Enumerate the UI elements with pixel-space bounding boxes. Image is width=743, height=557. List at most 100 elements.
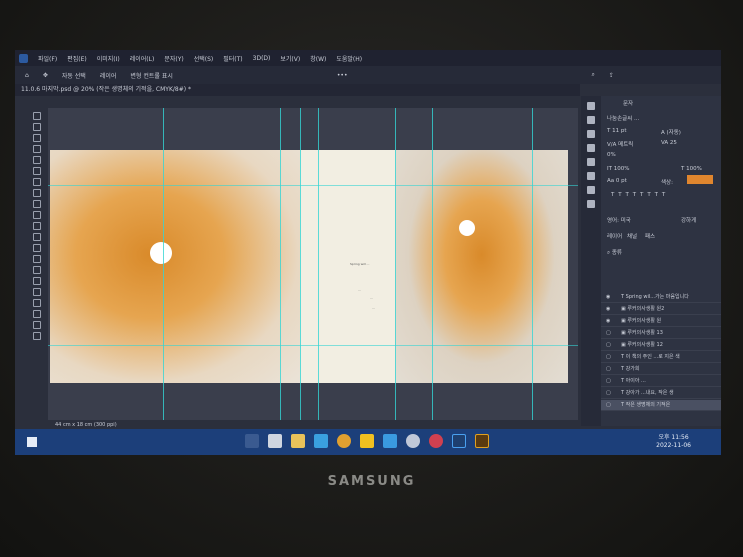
layer-row[interactable]: ◉ T Spring wil...가는 마음입니다 bbox=[601, 292, 721, 303]
font-family-dropdown[interactable]: 나눔손글씨 ... bbox=[607, 114, 639, 122]
history-brush-tool[interactable] bbox=[33, 222, 41, 230]
paragraph-icon[interactable] bbox=[587, 130, 595, 138]
layer-row[interactable]: ◉ ▣ 루커의사생활 원2 bbox=[601, 304, 721, 315]
visibility-toggle[interactable]: ▢ bbox=[606, 352, 611, 363]
menu-file[interactable]: 파일(F) bbox=[38, 54, 57, 63]
kakaotalk-icon[interactable] bbox=[360, 434, 374, 448]
menu-3d[interactable]: 3D(D) bbox=[253, 55, 271, 62]
tab-layers[interactable]: 레이어 bbox=[607, 232, 622, 240]
menu-type[interactable]: 문자(Y) bbox=[164, 54, 183, 63]
marquee-tool[interactable] bbox=[33, 123, 41, 131]
eye-icon[interactable]: ◉ bbox=[606, 316, 610, 327]
kerning-field[interactable]: 메트릭 bbox=[618, 142, 633, 148]
layer-row[interactable]: ▢ T 이 책의 주인 ...로 지은 색 bbox=[601, 352, 721, 363]
hand-tool[interactable] bbox=[33, 321, 41, 329]
history-icon[interactable] bbox=[587, 102, 595, 110]
document-tab[interactable]: 11.0.6 마지막.psd @ 20% (작은 생명체의 기적을, CMYK/… bbox=[15, 84, 580, 96]
document-canvas[interactable]: Spring will ... ... ... ... bbox=[48, 108, 578, 420]
menu-help[interactable]: 도움말(H) bbox=[336, 54, 362, 63]
layer-row[interactable]: ▢ T 작은 생명체의 기적은 bbox=[601, 400, 721, 411]
blur-tool[interactable] bbox=[33, 255, 41, 263]
crop-tool[interactable] bbox=[33, 156, 41, 164]
stamp-tool[interactable] bbox=[33, 211, 41, 219]
visibility-toggle[interactable]: ▢ bbox=[606, 388, 611, 399]
shape-tool[interactable] bbox=[33, 310, 41, 318]
task-view-icon[interactable] bbox=[245, 434, 259, 448]
text-style-buttons[interactable]: TTTTTTTT bbox=[611, 192, 669, 198]
eye-icon[interactable]: ◉ bbox=[606, 292, 610, 303]
store-icon[interactable] bbox=[268, 434, 282, 448]
adjustments-icon[interactable] bbox=[587, 186, 595, 194]
tracking-field[interactable]: 25 bbox=[670, 140, 677, 146]
swatches-icon[interactable] bbox=[587, 158, 595, 166]
language-dropdown[interactable]: 영어: 미국 bbox=[607, 216, 631, 224]
visibility-toggle[interactable]: ▢ bbox=[606, 328, 611, 339]
visibility-toggle[interactable]: ▢ bbox=[606, 400, 611, 411]
app-icon[interactable] bbox=[429, 434, 443, 448]
visibility-toggle[interactable]: ▢ bbox=[606, 340, 611, 351]
windows-start-icon[interactable] bbox=[27, 437, 37, 447]
show-transform-checkbox[interactable]: 변형 컨트롤 표시 bbox=[130, 71, 172, 80]
system-clock[interactable]: 오후 11:56 2022-11-06 bbox=[656, 434, 691, 450]
menu-select[interactable]: 선택(S) bbox=[194, 54, 214, 63]
move-tool[interactable] bbox=[33, 112, 41, 120]
menu-view[interactable]: 보기(V) bbox=[280, 54, 300, 63]
search-icon[interactable]: ⌕ bbox=[592, 71, 595, 79]
eyedropper-tool[interactable] bbox=[33, 178, 41, 186]
layer-filter-dropdown[interactable]: ⌕ 종류 bbox=[607, 248, 622, 257]
pen-tool[interactable] bbox=[33, 277, 41, 285]
path-select-tool[interactable] bbox=[33, 299, 41, 307]
edge-icon[interactable] bbox=[383, 434, 397, 448]
menu-filter[interactable]: 필터(T) bbox=[223, 54, 242, 63]
gradient-tool[interactable] bbox=[33, 244, 41, 252]
info-icon[interactable] bbox=[587, 200, 595, 208]
move-tool-icon[interactable]: ✥ bbox=[43, 72, 48, 79]
menu-image[interactable]: 이미지(I) bbox=[97, 54, 120, 63]
layer-row[interactable]: ◉ ▣ 루커의사생활 원 bbox=[601, 316, 721, 327]
font-size-field[interactable]: 11 pt bbox=[612, 128, 626, 134]
shapes-icon[interactable] bbox=[587, 144, 595, 152]
brush-tool[interactable] bbox=[33, 200, 41, 208]
file-explorer-icon[interactable] bbox=[291, 434, 305, 448]
quick-select-tool[interactable] bbox=[33, 145, 41, 153]
menu-window[interactable]: 창(W) bbox=[310, 54, 326, 63]
menu-edit[interactable]: 편집(E) bbox=[67, 54, 87, 63]
visibility-toggle[interactable]: ▢ bbox=[606, 364, 611, 375]
mail-icon[interactable] bbox=[314, 434, 328, 448]
vertical-scale-field[interactable]: 100% bbox=[614, 166, 630, 172]
eye-icon[interactable]: ◉ bbox=[606, 304, 610, 315]
visibility-toggle[interactable]: ▢ bbox=[606, 376, 611, 387]
zoom-tool[interactable] bbox=[33, 332, 41, 340]
text-color-swatch[interactable] bbox=[687, 175, 713, 184]
anti-alias-dropdown[interactable]: 강하게 bbox=[681, 216, 696, 224]
dodge-tool[interactable] bbox=[33, 266, 41, 274]
leading-field[interactable]: (자동) bbox=[667, 130, 681, 136]
frame-tool[interactable] bbox=[33, 167, 41, 175]
auto-select-checkbox[interactable]: 자동 선택 bbox=[62, 71, 86, 80]
lasso-tool[interactable] bbox=[33, 134, 41, 142]
eraser-tool[interactable] bbox=[33, 233, 41, 241]
app-icon[interactable] bbox=[406, 434, 420, 448]
home-icon[interactable]: ⌂ bbox=[25, 72, 29, 79]
menu-layer[interactable]: 레이어(L) bbox=[130, 54, 155, 63]
healing-tool[interactable] bbox=[33, 189, 41, 197]
baseline-field[interactable]: 0 pt bbox=[616, 178, 627, 184]
share-icon[interactable]: ⇪ bbox=[609, 72, 614, 79]
photoshop-taskbar-icon[interactable] bbox=[452, 434, 466, 448]
layer-row[interactable]: ▢ ▣ 루커의사생활 13 bbox=[601, 328, 721, 339]
tab-paths[interactable]: 패스 bbox=[645, 232, 655, 240]
more-icon[interactable]: ••• bbox=[337, 72, 348, 79]
layer-row[interactable]: ▢ T 강가희 bbox=[601, 364, 721, 375]
character-icon[interactable] bbox=[587, 116, 595, 124]
layer-row[interactable]: ▢ ▣ 루커의사생활 12 bbox=[601, 340, 721, 351]
layer-dropdown[interactable]: 레이어 bbox=[100, 71, 117, 80]
tab-channels[interactable]: 채널 bbox=[627, 232, 637, 240]
layer-row[interactable]: ▢ T 아이아 ... bbox=[601, 376, 721, 387]
type-tool[interactable] bbox=[33, 288, 41, 296]
layers-icon[interactable] bbox=[587, 172, 595, 180]
character-panel-title[interactable]: 문자 bbox=[623, 99, 633, 107]
chrome-icon[interactable] bbox=[337, 434, 351, 448]
bridge-taskbar-icon[interactable] bbox=[475, 434, 489, 448]
tsume-field[interactable]: 0% bbox=[607, 152, 616, 158]
horizontal-scale-field[interactable]: 100% bbox=[686, 166, 702, 172]
